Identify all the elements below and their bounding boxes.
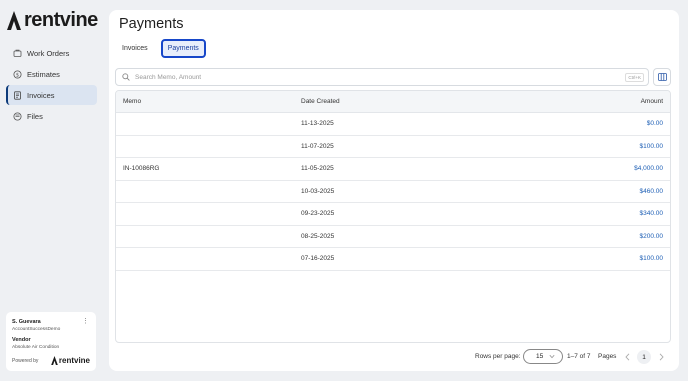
brand-logo[interactable]: rentvine xyxy=(7,9,98,32)
cell-memo: IN-10086RG xyxy=(123,165,160,173)
user-company: Absolute Air Condition xyxy=(12,345,60,350)
main-panel: Payments Invoices Payments Search Memo, … xyxy=(109,10,679,371)
cell-date: 07-16-2025 xyxy=(301,255,335,263)
cell-amount[interactable]: $340.00 xyxy=(501,210,670,217)
cell-amount[interactable]: $100.00 xyxy=(501,143,670,150)
powered-by-label: Powered by xyxy=(12,357,39,364)
table-row[interactable]: 11-13-2025 $0.00 xyxy=(116,113,670,136)
column-header-memo[interactable]: Memo xyxy=(116,98,301,105)
cell-date: 11-07-2025 xyxy=(301,142,334,150)
search-icon xyxy=(122,73,130,81)
tab-bar: Invoices Payments xyxy=(116,39,206,58)
cell-date: 08-25-2025 xyxy=(301,232,335,240)
table-row[interactable]: 08-25-2025 $200.00 xyxy=(116,226,670,248)
table-row[interactable]: 11-07-2025 $100.00 xyxy=(116,136,670,158)
table-row[interactable]: 07-16-2025 $100.00 xyxy=(116,248,670,271)
rows-per-page-label: Rows per page: xyxy=(475,353,521,360)
chevron-right-icon xyxy=(659,353,664,361)
folder-icon xyxy=(13,112,22,121)
dollar-circle-icon: $ xyxy=(13,70,22,79)
sidebar-item-label: Invoices xyxy=(27,90,55,100)
sidebar-item-estimates[interactable]: $ Estimates xyxy=(6,64,97,84)
columns-toggle-button[interactable] xyxy=(653,68,671,86)
cell-date: 09-23-2025 xyxy=(301,210,335,218)
user-name: S. Guevara xyxy=(12,319,41,325)
user-role: Vendor xyxy=(12,337,31,343)
cell-amount[interactable]: $100.00 xyxy=(501,255,670,262)
sidebar-item-work-orders[interactable]: Work Orders xyxy=(6,43,97,63)
sidebar-nav: Work Orders $ Estimates Invoices Files xyxy=(6,43,97,127)
powered-by: Powered by rentvine xyxy=(12,356,90,365)
table-row[interactable]: 09-23-2025 $340.00 xyxy=(116,203,670,226)
cell-date: 11-13-2025 xyxy=(301,120,334,128)
column-header-amount[interactable]: Amount xyxy=(501,98,670,105)
user-card: S. Guevara AccountSuccessDemo Vendor Abs… xyxy=(6,312,96,371)
next-page-button[interactable] xyxy=(656,351,666,363)
sidebar-item-label: Files xyxy=(27,111,43,121)
payments-table: Memo Date Created Amount 11-13-2025 $0.0… xyxy=(115,90,671,343)
chevron-left-icon xyxy=(624,353,629,361)
sidebar-item-label: Work Orders xyxy=(27,48,70,58)
cell-amount[interactable]: $4,000.00 xyxy=(501,165,670,172)
table-header: Memo Date Created Amount xyxy=(116,91,670,113)
search-input[interactable]: Search Memo, Amount Ctrl+K xyxy=(115,68,649,86)
tab-payments[interactable]: Payments xyxy=(160,39,206,58)
rows-per-page-value: 15 xyxy=(536,353,544,360)
column-header-date[interactable]: Date Created xyxy=(301,98,501,105)
search-placeholder: Search Memo, Amount xyxy=(135,73,202,81)
pages-label: Pages xyxy=(598,353,617,360)
page-number-button[interactable]: 1 xyxy=(637,350,651,364)
brand-name: rentvine xyxy=(24,9,98,31)
invoice-icon xyxy=(13,90,22,100)
cell-amount[interactable]: $200.00 xyxy=(501,233,670,240)
columns-icon xyxy=(657,73,667,81)
table-row[interactable]: IN-10086RG 11-05-2025 $4,000.00 xyxy=(116,158,670,181)
sidebar: rentvine Work Orders $ Estimates Invoice… xyxy=(0,0,104,381)
cell-date: 11-05-2025 xyxy=(301,165,334,173)
cell-amount[interactable]: $0.00 xyxy=(501,120,670,127)
pagination-range: 1–7 of 7 xyxy=(567,353,591,360)
sidebar-item-label: Estimates xyxy=(27,69,60,79)
powered-by-brand: rentvine xyxy=(58,356,90,365)
cell-date: 10-03-2025 xyxy=(301,187,335,195)
wrench-icon xyxy=(13,49,22,58)
tab-invoices[interactable]: Invoices xyxy=(116,39,154,58)
page-title: Payments xyxy=(119,16,184,32)
powered-by-logo: rentvine xyxy=(51,356,90,365)
sidebar-item-files[interactable]: Files xyxy=(6,106,97,126)
sidebar-item-invoices[interactable]: Invoices xyxy=(6,85,97,105)
rows-per-page-select[interactable]: 15 xyxy=(523,349,563,364)
cell-amount[interactable]: $460.00 xyxy=(501,188,670,195)
rentvine-logo-icon xyxy=(51,356,58,365)
pagination-bar: Rows per page: 15 1–7 of 7 Pages 1 xyxy=(109,349,679,365)
user-account: AccountSuccessDemo xyxy=(12,327,61,332)
svg-text:$: $ xyxy=(16,72,19,78)
keyboard-shortcut-badge: Ctrl+K xyxy=(625,73,644,82)
table-row[interactable]: 10-03-2025 $460.00 xyxy=(116,181,670,203)
more-options-icon[interactable]: ⋮ xyxy=(82,318,89,325)
chevron-down-icon xyxy=(549,354,555,359)
rentvine-logo-icon xyxy=(7,11,21,30)
previous-page-button[interactable] xyxy=(622,351,632,363)
